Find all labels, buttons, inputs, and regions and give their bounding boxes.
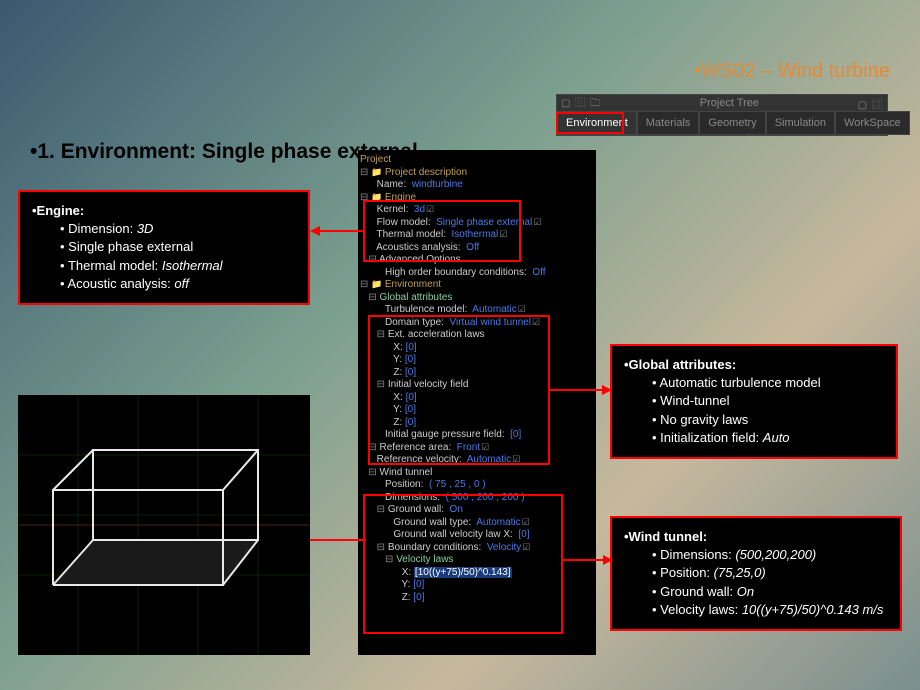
tree-ivf-z-value[interactable]: [0] — [405, 417, 416, 428]
tree-hobc-value[interactable]: Off — [532, 267, 545, 278]
tab-materials[interactable]: Materials — [637, 111, 700, 135]
tree-project[interactable]: Project — [360, 154, 391, 165]
tree-gwt-label: Ground wall type: — [393, 517, 471, 528]
tree-gw-value[interactable]: On — [450, 504, 463, 515]
slide-title: •WS02 – Wind turbine — [694, 60, 890, 83]
tab-geometry[interactable]: Geometry — [699, 111, 765, 135]
callout-item: Thermal model: Isothermal — [60, 257, 296, 275]
callout-item: Ground wall: On — [652, 583, 888, 601]
callout-item: No gravity laws — [652, 411, 884, 429]
callout-item: Automatic turbulence model — [652, 374, 884, 392]
tree-vl-z-label: Z: — [402, 592, 411, 603]
tree-turb-value[interactable]: Automatic — [472, 304, 526, 315]
tree-bc-label: Boundary conditions: — [388, 542, 481, 553]
callout-item: Position: (75,25,0) — [652, 564, 888, 582]
tree-refarea-label: Reference area: — [380, 442, 452, 453]
callout-item: Single phase external — [60, 238, 296, 256]
callout-wind-list: Dimensions: (500,200,200)Position: (75,2… — [624, 546, 888, 619]
tree-advanced[interactable]: Advanced Options — [379, 254, 461, 265]
tree-gwvx-label: Ground wall velocity law X: — [393, 529, 513, 540]
tree-vlaws[interactable]: Velocity laws — [396, 554, 453, 565]
tab-environment[interactable]: Environment — [557, 111, 637, 135]
tree-engine[interactable]: Engine — [371, 192, 416, 203]
tree-acoustics-label: Acoustics analysis: — [376, 242, 460, 253]
callout-item: Wind-tunnel — [652, 392, 884, 410]
window-icons-left[interactable]: ▢ ⿲ 🗀 — [561, 94, 601, 113]
callout-wind: •Wind tunnel: Dimensions: (500,200,200)P… — [610, 516, 902, 631]
tree-wt-pos-label: Position: — [385, 479, 423, 490]
tree-extacc-z-value[interactable]: [0] — [405, 367, 416, 378]
tree-vl-x-label: X: — [402, 567, 411, 578]
tree-ivf[interactable]: Initial velocity field — [388, 379, 469, 390]
tree-extacc[interactable]: Ext. acceleration laws — [388, 329, 485, 340]
window-icons-right[interactable]: ▢ ⿴ — [858, 96, 883, 111]
tree-windtunnel[interactable]: Wind tunnel — [380, 467, 433, 478]
tree-kernel-value[interactable]: 3d — [414, 204, 434, 215]
tree-environment[interactable]: Environment — [371, 279, 441, 290]
panel-title: Project Tree — [601, 97, 858, 109]
callout-wind-title: •Wind tunnel: — [624, 528, 888, 546]
tree-ivf-x-value[interactable]: [0] — [406, 392, 417, 403]
tree-igp-label: Initial gauge pressure field: — [385, 429, 505, 440]
tree-acoustics-value[interactable]: Off — [466, 242, 479, 253]
tree-name-value[interactable]: windturbine — [412, 179, 463, 190]
tree-domain-label: Domain type: — [385, 317, 444, 328]
callout-item: Acoustic analysis: off — [60, 275, 296, 293]
tree-igp-value[interactable]: [0] — [510, 429, 521, 440]
tree-name-label: Name: — [377, 179, 406, 190]
tree-wt-pos-value[interactable]: ( 75 , 25 , 0 ) — [429, 479, 486, 490]
callout-engine-title: •Engine: — [32, 202, 296, 220]
tree-flow-label: Flow model: — [377, 217, 431, 228]
tree-vl-z-value[interactable]: [0] — [413, 592, 424, 603]
tab-workspace[interactable]: WorkSpace — [835, 111, 910, 135]
callout-item: Dimensions: (500,200,200) — [652, 546, 888, 564]
tab-simulation[interactable]: Simulation — [766, 111, 835, 135]
tree-thermal-value[interactable]: Isothermal — [452, 229, 508, 240]
tree-refvel-label: Reference velocity: — [377, 454, 462, 465]
callout-global-list: Automatic turbulence modelWind-tunnelNo … — [624, 374, 884, 447]
tree-vl-y-value[interactable]: [0] — [413, 579, 424, 590]
callout-item: Initialization field: Auto — [652, 429, 884, 447]
tree-refarea-value[interactable]: Front — [457, 442, 489, 453]
tree-wt-dim-value[interactable]: ( 500 , 200 , 200 ) — [446, 492, 525, 503]
tree-gwt-value[interactable]: Automatic — [476, 517, 530, 528]
callout-engine-list: Dimension: 3DSingle phase externalTherma… — [32, 220, 296, 293]
callout-global-title: •Global attributes: — [624, 356, 884, 374]
tree-ivf-x-label: X: — [393, 392, 402, 403]
tree-refvel-value[interactable]: Automatic — [467, 454, 521, 465]
tree-ivf-y-value[interactable]: [0] — [405, 404, 416, 415]
tree-hobc-label: High order boundary conditions: — [385, 267, 527, 278]
callout-global: •Global attributes: Automatic turbulence… — [610, 344, 898, 459]
tree-extacc-z-label: Z: — [393, 367, 402, 378]
tree-gwvx-value[interactable]: [0] — [518, 529, 529, 540]
wireframe-viewport[interactable] — [18, 395, 310, 655]
tree-wt-dim-label: Dimensions: — [385, 492, 440, 503]
panel-tabs: Environment Materials Geometry Simulatio… — [557, 111, 887, 135]
tree-thermal-label: Thermal model: — [377, 229, 446, 240]
tree-extacc-x-value[interactable]: [0] — [406, 342, 417, 353]
tree-turb-label: Turbulence model: — [385, 304, 467, 315]
tree-bc-value[interactable]: Velocity — [487, 542, 531, 553]
tree-extacc-y-value[interactable]: [0] — [405, 354, 416, 365]
tree-ivf-z-label: Z: — [393, 417, 402, 428]
tree-vl-y-label: Y: — [402, 579, 411, 590]
tree-gw-label: Ground wall: — [388, 504, 444, 515]
tree-vl-x-value[interactable]: [10((y+75)/50)^0.143] — [414, 567, 512, 578]
arrow-engine — [310, 225, 365, 237]
project-tree-header: ▢ ⿲ 🗀 Project Tree ▢ ⿴ Environment Mater… — [556, 94, 888, 136]
tree-domain-value[interactable]: Virtual wind tunnel — [450, 317, 541, 328]
callout-engine: •Engine: Dimension: 3DSingle phase exter… — [18, 190, 310, 305]
tree-ivf-y-label: Y: — [393, 404, 402, 415]
callout-item: Velocity laws: 10((y+75)/50)^0.143 m/s — [652, 601, 888, 619]
tree-extacc-x-label: X: — [393, 342, 402, 353]
tree-project-desc[interactable]: Project description — [371, 167, 467, 178]
tree-flow-value[interactable]: Single phase external — [436, 217, 541, 228]
tree-kernel-label: Kernel: — [377, 204, 409, 215]
tree-global-attrs[interactable]: Global attributes — [380, 292, 453, 303]
callout-item: Dimension: 3D — [60, 220, 296, 238]
project-tree[interactable]: Project ⊟ Project description Name: wind… — [358, 150, 596, 655]
tree-extacc-y-label: Y: — [393, 354, 402, 365]
